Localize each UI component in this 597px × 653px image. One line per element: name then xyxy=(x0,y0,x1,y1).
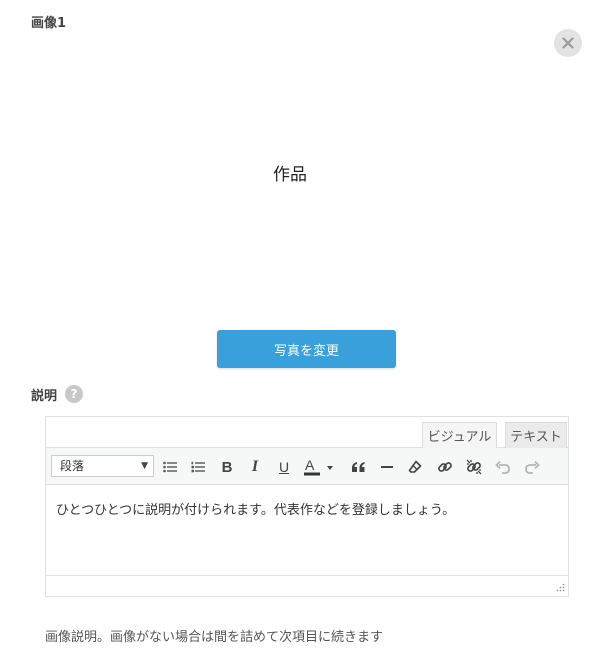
undo-icon xyxy=(495,460,510,474)
clear-formatting-icon xyxy=(408,460,422,473)
undo-button[interactable] xyxy=(492,456,514,478)
insert-link-button[interactable] xyxy=(434,456,456,478)
editor-tab-bar: ビジュアル テキスト xyxy=(46,417,568,448)
tab-visual[interactable]: ビジュアル xyxy=(422,422,497,448)
horizontal-line-icon xyxy=(381,466,393,468)
bold-icon: B xyxy=(221,458,233,476)
close-icon xyxy=(562,37,574,49)
editor-status-bar xyxy=(46,575,568,595)
editor-toolbar: 段落 ▼ B I U A xyxy=(46,448,568,485)
image-label: 画像1 xyxy=(31,16,67,31)
text-color-button[interactable]: A xyxy=(302,456,336,478)
underline-button[interactable]: U xyxy=(273,456,295,478)
redo-icon xyxy=(525,460,540,474)
help-icon[interactable]: ? xyxy=(65,385,83,403)
change-photo-button[interactable]: 写真を変更 xyxy=(217,330,396,368)
tab-text[interactable]: テキスト xyxy=(505,422,567,448)
remove-image-button[interactable] xyxy=(554,29,582,57)
redo-button[interactable] xyxy=(521,456,543,478)
editor-content[interactable]: ひとつひとつに説明が付けられます。代表作などを登録しましょう。 xyxy=(46,485,568,575)
italic-icon: I xyxy=(251,458,259,475)
remove-link-button[interactable] xyxy=(463,456,485,478)
italic-button[interactable]: I xyxy=(244,456,266,478)
bold-button[interactable]: B xyxy=(216,456,238,478)
rich-text-editor: ビジュアル テキスト 段落 ▼ B I U A ひとつひとつに説明が付けられます… xyxy=(45,416,569,597)
image-caption-note: 画像説明。画像がない場合は間を詰めて次項目に続きます xyxy=(45,630,384,645)
text-color-icon: A xyxy=(304,457,333,476)
chevron-down-icon: ▼ xyxy=(141,461,148,471)
clear-formatting-button[interactable] xyxy=(404,456,426,478)
image-preview-text: 作品 xyxy=(273,165,307,185)
blockquote-icon xyxy=(351,462,364,472)
numbered-list-icon xyxy=(191,461,205,473)
blockquote-button[interactable] xyxy=(347,456,369,478)
format-select-value: 段落 xyxy=(60,459,85,473)
insert-link-icon xyxy=(438,462,452,472)
bulleted-list-button[interactable] xyxy=(159,456,181,478)
numbered-list-button[interactable] xyxy=(187,456,209,478)
remove-link-icon xyxy=(466,459,482,475)
resize-handle-icon[interactable] xyxy=(556,583,565,592)
format-select[interactable]: 段落 ▼ xyxy=(51,455,154,477)
horizontal-line-button[interactable] xyxy=(376,456,398,478)
bulleted-list-icon xyxy=(163,461,177,473)
svg-text:A: A xyxy=(305,457,315,473)
underline-icon: U xyxy=(278,459,290,475)
description-label: 説明 xyxy=(31,389,58,404)
